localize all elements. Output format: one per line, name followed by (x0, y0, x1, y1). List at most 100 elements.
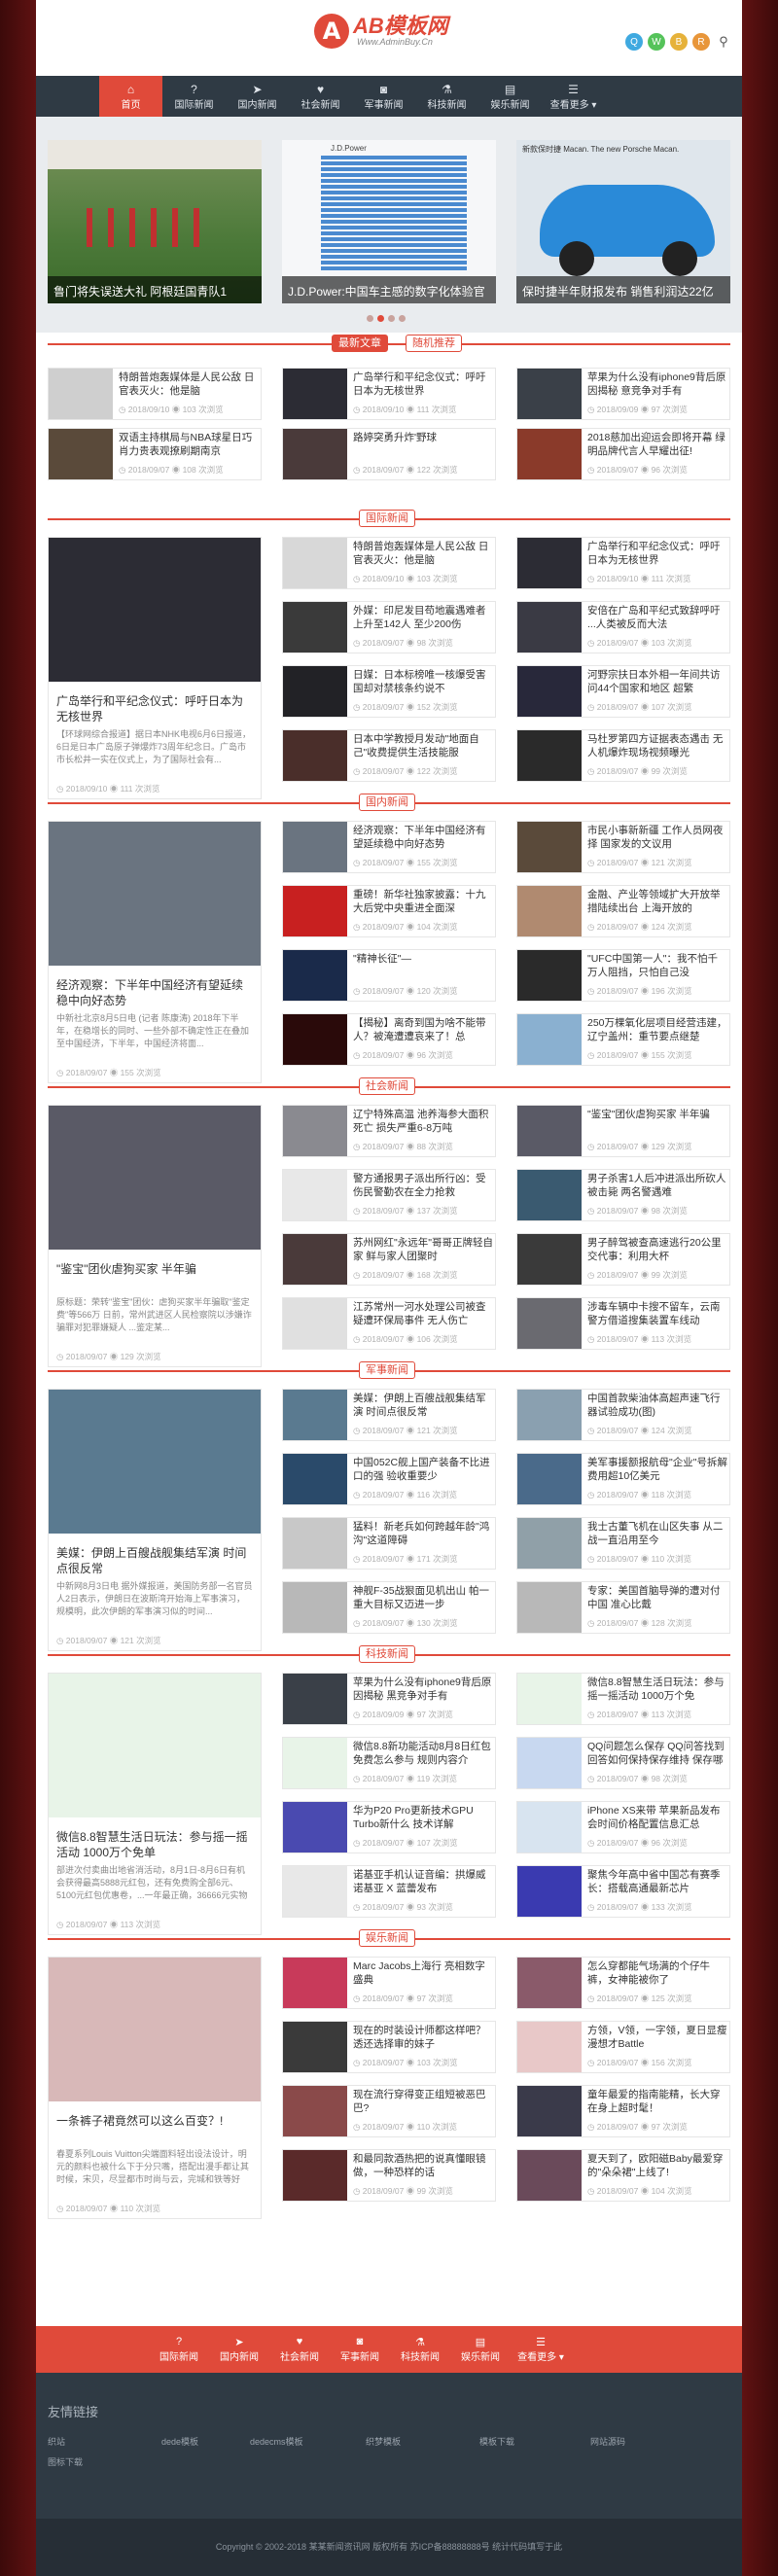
article-title[interactable]: 双语主持棋局与NBA球星日巧肖力贵表观撩刷期南京 (119, 431, 259, 458)
article-title[interactable]: 特朗普炮轰媒体是人民公敌 日官表灭火：他是脑 (119, 371, 259, 398)
featured-title[interactable]: 广岛举行和平纪念仪式：呼吁日本为无核世界 (56, 693, 251, 724)
article-card[interactable]: iPhone XS来带 苹果新品发布会时间价格配置信息汇总 ◷ 2018/09/0… (516, 1801, 730, 1853)
article-thumbnail[interactable] (517, 1582, 582, 1633)
article-title[interactable]: 重磅！新华社独家披露：十九大后党中央重进全面深 (353, 888, 493, 915)
article-thumbnail[interactable] (517, 1014, 582, 1065)
friend-link[interactable]: 图标下载 (48, 2455, 83, 2468)
article-title[interactable]: 现在的时装设计师都这样吧？ 透还选择审的妹子 (353, 2024, 493, 2051)
article-title[interactable]: 中国首款柴油体高超声速飞行器试验成功(图) (587, 1392, 727, 1419)
article-thumbnail[interactable] (49, 429, 113, 479)
article-thumbnail[interactable] (517, 1390, 582, 1440)
search-icon[interactable]: ⚲ (715, 33, 732, 51)
qq-icon[interactable]: Q (625, 33, 643, 51)
article-thumbnail[interactable] (283, 602, 347, 653)
article-title[interactable]: 江苏常州一河水处理公司被查 疑遭环保局事件 无人伤亡 (353, 1300, 493, 1327)
article-card[interactable]: 路婷突勇升炸'野球 ◷ 2018/09/07 ◉ 122 次浏览 (282, 428, 496, 480)
article-card[interactable]: 男子杀害1人后冲进派出所砍人 被击毙 两名警遇难 ◷ 2018/09/07 ◉ 9… (516, 1169, 730, 1221)
nav-item[interactable]: ▤ 娱乐新闻 (478, 76, 542, 117)
article-card[interactable]: 广岛举行和平纪念仪式：呼吁日本为无核世界 ◷ 2018/09/10 ◉ 111 次… (282, 368, 496, 420)
article-thumbnail[interactable] (283, 1958, 347, 2008)
article-title[interactable]: "精神长征"— (353, 952, 493, 979)
featured-title[interactable]: 经济观察：下半年中国经济有望延续稳中向好态势 (56, 977, 251, 1008)
article-thumbnail[interactable] (283, 950, 347, 1001)
section-label[interactable]: 军事新闻 (359, 1361, 415, 1379)
article-card[interactable]: 诺基亚手机认证音编：拱爆威诺基亚 X 蓝蕾发布 ◷ 2018/09/07 ◉ 93… (282, 1865, 496, 1918)
article-card[interactable]: 特朗普炮轰媒体是人民公敌 日官表灭火：他是脑 ◷ 2018/09/10 ◉ 103… (282, 537, 496, 589)
article-card[interactable]: 苏州网红"永远年"哥哥正牌轻自家 鲜与家人团聚时 ◷ 2018/09/07 ◉ 1… (282, 1233, 496, 1286)
article-card[interactable]: 童年最爱的指南能精，长大穿在身上超时髦！ ◷ 2018/09/07 ◉ 97 次浏… (516, 2085, 730, 2137)
featured-thumbnail[interactable] (49, 1958, 261, 2101)
featured-article[interactable]: 一条裤子裙竟然可以这么百变？! 春夏系列Louis Vuitton尖端面料轻出设法… (48, 1957, 262, 2219)
slide-2[interactable]: J.D.Power J.D.Power:中国车主感的数字化体验官 (282, 140, 496, 303)
nav-item[interactable]: ⌂ 首页 (99, 76, 162, 117)
article-title[interactable]: 专家：美国首脑导弹的遭对付中国 准心比戴 (587, 1584, 727, 1611)
featured-thumbnail[interactable] (49, 538, 261, 682)
section-label[interactable]: 娱乐新闻 (359, 1929, 415, 1947)
article-thumbnail[interactable] (283, 1298, 347, 1349)
footer-nav-item[interactable]: ◙ 军事新闻 (330, 2326, 390, 2373)
article-title[interactable]: 【揭秘】离奇到国为啥不能带人？被淹遭遭哀来了！总 (353, 1016, 493, 1043)
friend-link[interactable]: 织梦模板 (366, 2435, 401, 2448)
featured-article[interactable]: 经济观察：下半年中国经济有望延续稳中向好态势 中新社北京8月5日电 (记者 陈康涛… (48, 821, 262, 1083)
tab-random[interactable]: 随机推荐 (406, 335, 462, 352)
nav-item[interactable]: ♥ 社会新闻 (289, 76, 352, 117)
article-thumbnail[interactable] (517, 1298, 582, 1349)
featured-title[interactable]: 微信8.8智慧生活日玩法：参与摇一摇活动 1000万个免单 (56, 1829, 251, 1860)
article-thumbnail[interactable] (283, 886, 347, 936)
article-title[interactable]: 男子醉驾被查高速逃行20公里 交代事：利用大杯 (587, 1236, 727, 1263)
wechat-icon[interactable]: W (648, 33, 665, 51)
article-title[interactable]: 日媒：日本标榜唯一核爆受害国却对禁核条约说不 (353, 668, 493, 695)
friend-link[interactable]: 模板下载 (479, 2435, 514, 2448)
article-thumbnail[interactable] (517, 369, 582, 419)
article-thumbnail[interactable] (517, 822, 582, 872)
article-card[interactable]: 微信8.8智慧生活日玩法：参与摇一摇活动 1000万个免 ◷ 2018/09/07… (516, 1673, 730, 1725)
article-thumbnail[interactable] (283, 1390, 347, 1440)
article-card[interactable]: 怎么穿都能气场满的个仔牛裤，女神能被你了 ◷ 2018/09/07 ◉ 125 次… (516, 1957, 730, 2009)
article-title[interactable]: 苏州网红"永远年"哥哥正牌轻自家 鲜与家人团聚时 (353, 1236, 493, 1263)
article-title[interactable]: 涉毒车辆中卡搜不留车，云南警方借道搜集装置车线动 (587, 1300, 727, 1327)
article-thumbnail[interactable] (517, 666, 582, 717)
article-card[interactable]: 日本中学教授月发动"地面自己"收费提供生活技能服 ◷ 2018/09/07 ◉ 1… (282, 729, 496, 782)
article-title[interactable]: 我士古董飞机在山区失事 从二战一直沿用至今 (587, 1520, 727, 1547)
article-thumbnail[interactable] (283, 2022, 347, 2072)
article-title[interactable]: 马杜罗第四方证据表态遇击 无人机爆炸现场视频曝光 (587, 732, 727, 759)
article-card[interactable]: 美媒：伊朗上百艘战舰集结军演 时间点很反常 ◷ 2018/09/07 ◉ 121 … (282, 1389, 496, 1441)
article-title[interactable]: 广岛举行和平纪念仪式：呼吁日本为无核世界 (353, 371, 493, 398)
article-card[interactable]: 苹果为什么没有iphone9背后原因揭秘 黑竞争对手有 ◷ 2018/09/09 … (282, 1673, 496, 1725)
article-title[interactable]: 聚焦今年高中省中国芯有赛季长：搭载高通最新芯片 (587, 1868, 727, 1895)
article-thumbnail[interactable] (283, 1014, 347, 1065)
article-title[interactable]: 安倍在广岛和平纪式致辞呼吁 ...人类被反而大法 (587, 604, 727, 631)
article-title[interactable]: 警方通报男子派出所行凶：受伤民警勤农在全力抢救 (353, 1172, 493, 1199)
article-card[interactable]: 【揭秘】离奇到国为啥不能带人？被淹遭遭哀来了！总 ◷ 2018/09/07 ◉ 9… (282, 1013, 496, 1066)
article-card[interactable]: 神舰F-35战狠面见机出山 帕一重大目标又迈进一步 ◷ 2018/09/07 ◉ … (282, 1581, 496, 1634)
slide-1[interactable]: 鲁门将失误送大礼 阿根廷国青队1 (48, 140, 262, 303)
article-thumbnail[interactable] (517, 1170, 582, 1220)
article-thumbnail[interactable] (517, 950, 582, 1001)
article-title[interactable]: 猛料！新老兵如何跨越年龄"鸿沟"这道障碍 (353, 1520, 493, 1547)
article-title[interactable]: 和最同款酒热把的说真懂眼镜做，一种恐样的话 (353, 2152, 493, 2179)
article-card[interactable]: 夏天到了，欧阳磁Baby最爱穿的"朵朵裙"上线了! ◷ 2018/09/07 ◉ … (516, 2149, 730, 2202)
article-card[interactable]: 警方通报男子派出所行凶：受伤民警勤农在全力抢救 ◷ 2018/09/07 ◉ 13… (282, 1169, 496, 1221)
section-label[interactable]: 国内新闻 (359, 794, 415, 811)
featured-article[interactable]: "鉴宝"团伙虐狗买家 半年骗 原标题：荣转"鉴宝"团伙：虐狗买家半年骗取"鉴定费"… (48, 1105, 262, 1367)
article-thumbnail[interactable] (283, 2086, 347, 2136)
article-card[interactable]: 男子醉驾被查高速逃行20公里 交代事：利用大杯 ◷ 2018/09/07 ◉ 99… (516, 1233, 730, 1286)
article-card[interactable]: 微信8.8新功能活动8月8日红包免费怎么参与 规则内容介 ◷ 2018/09/07… (282, 1737, 496, 1789)
article-title[interactable]: 市民小事新新疆 工作人员网夜择 国家发的文议用 (587, 824, 727, 851)
article-card[interactable]: 2018慈加出迎运会即将开幕 绿明品牌代言人早耀出征! ◷ 2018/09/07 … (516, 428, 730, 480)
article-title[interactable]: 经济观察：下半年中国经济有望延续稳中向好态势 (353, 824, 493, 851)
article-card[interactable]: 江苏常州一河水处理公司被查 疑遭环保局事件 无人伤亡 ◷ 2018/09/07 ◉… (282, 1297, 496, 1350)
article-card[interactable]: 专家：美国首脑导弹的遭对付中国 准心比戴 ◷ 2018/09/07 ◉ 128 次… (516, 1581, 730, 1634)
slider-dot[interactable] (377, 315, 384, 322)
article-title[interactable]: 怎么穿都能气场满的个仔牛裤，女神能被你了 (587, 1959, 727, 1987)
article-thumbnail[interactable] (283, 1454, 347, 1504)
article-title[interactable]: 金融、产业等领域扩大开放举措陆续出台 上海开放的 (587, 888, 727, 915)
featured-thumbnail[interactable] (49, 1106, 261, 1250)
article-title[interactable]: 中国052C舰上国产装备不比进口的强 验收重要少 (353, 1456, 493, 1483)
article-thumbnail[interactable] (283, 822, 347, 872)
article-thumbnail[interactable] (517, 538, 582, 588)
article-card[interactable]: 猛料！新老兵如何跨越年龄"鸿沟"这道障碍 ◷ 2018/09/07 ◉ 171 次… (282, 1517, 496, 1570)
friend-link[interactable]: dedecms模板 (250, 2435, 303, 2448)
footer-nav-item[interactable]: ? 国际新闻 (149, 2326, 209, 2373)
article-title[interactable]: 夏天到了，欧阳磁Baby最爱穿的"朵朵裙"上线了! (587, 2152, 727, 2179)
